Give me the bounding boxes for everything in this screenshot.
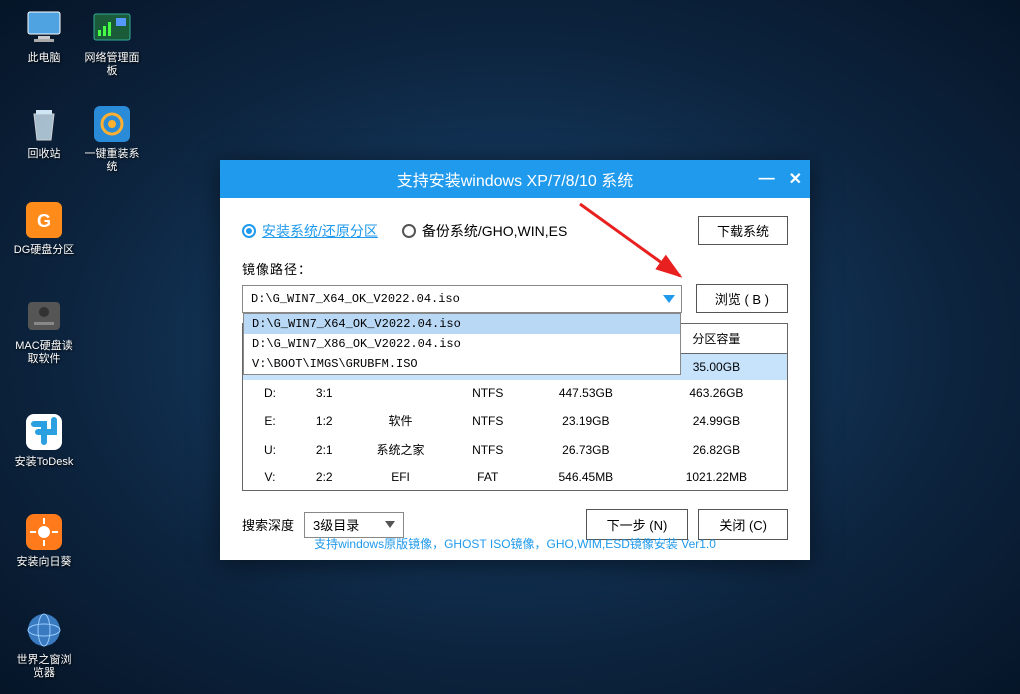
desktop-icon-recycle[interactable]: 回收站 bbox=[12, 104, 76, 161]
desktop-icon-label: 安装ToDesk bbox=[12, 456, 76, 469]
close-icon[interactable]: ✕ bbox=[789, 169, 802, 189]
desktop-icon-label: MAC硬盘读取软件 bbox=[12, 340, 76, 366]
table-row[interactable]: E:1:2 软件NTFS 23.19GB24.99GB bbox=[243, 406, 788, 435]
desktop-icon-label: 安装向日葵 bbox=[12, 556, 76, 569]
table-row[interactable]: U:2:1 系统之家NTFS 26.73GB26.82GB bbox=[243, 435, 788, 464]
desktop-icon-reinstall[interactable]: 一键重装系统 bbox=[80, 104, 144, 174]
dropdown-item[interactable]: D:\G_WIN7_X86_OK_V2022.04.iso bbox=[244, 334, 680, 354]
desktop-icon-dg[interactable]: G DG硬盘分区 bbox=[12, 200, 76, 257]
desktop-icon-label: DG硬盘分区 bbox=[12, 244, 76, 257]
minimize-icon[interactable]: — bbox=[759, 170, 775, 188]
desktop-icon-label: 此电脑 bbox=[12, 52, 76, 65]
radio-backup[interactable]: 备份系统/GHO,WIN,ES bbox=[402, 221, 567, 241]
combo-value: D:\G_WIN7_X64_OK_V2022.04.iso bbox=[251, 292, 460, 306]
radio-label: 备份系统/GHO,WIN,ES bbox=[422, 221, 567, 241]
download-button[interactable]: 下载系统 bbox=[698, 216, 788, 245]
footer-text: 支持windows原版镜像，GHOST ISO镜像，GHO,WIM,ESD镜像安… bbox=[220, 527, 810, 560]
radio-install-restore[interactable]: 安装系统/还原分区 bbox=[242, 221, 378, 241]
dropdown-item[interactable]: V:\BOOT\IMGS\GRUBFM.ISO bbox=[244, 354, 680, 374]
browse-button[interactable]: 浏览 ( B ) bbox=[696, 284, 788, 313]
svg-text:G: G bbox=[37, 211, 51, 231]
desktop-icon-browser[interactable]: 世界之窗浏览器 bbox=[12, 610, 76, 680]
desktop-icon-computer[interactable]: 此电脑 bbox=[12, 8, 76, 65]
image-path-combo[interactable]: D:\G_WIN7_X64_OK_V2022.04.iso D:\G_WIN7_… bbox=[242, 285, 682, 313]
desktop-icon-sunflower[interactable]: 安装向日葵 bbox=[12, 512, 76, 569]
installer-dialog: 支持安装windows XP/7/8/10 系统 — ✕ 安装系统/还原分区 备… bbox=[220, 160, 810, 560]
desktop-icon-todesk[interactable]: 安装ToDesk bbox=[12, 412, 76, 469]
titlebar[interactable]: 支持安装windows XP/7/8/10 系统 — ✕ bbox=[220, 160, 810, 198]
window-title: 支持安装windows XP/7/8/10 系统 bbox=[397, 167, 634, 191]
desktop-icon-mac[interactable]: MAC硬盘读取软件 bbox=[12, 296, 76, 366]
desktop-icon-network[interactable]: 网络管理面板 bbox=[80, 8, 144, 78]
path-label: 镜像路径： bbox=[242, 259, 788, 278]
image-path-dropdown: D:\G_WIN7_X64_OK_V2022.04.iso D:\G_WIN7_… bbox=[243, 313, 681, 375]
dropdown-item[interactable]: D:\G_WIN7_X64_OK_V2022.04.iso bbox=[244, 314, 680, 334]
radio-label: 安装系统/还原分区 bbox=[262, 221, 378, 241]
desktop-icon-label: 一键重装系统 bbox=[80, 148, 144, 174]
radio-dot-icon bbox=[242, 224, 256, 238]
table-row[interactable]: D:3:1 NTFS 447.53GB463.26GB bbox=[243, 380, 788, 406]
chevron-down-icon bbox=[663, 295, 675, 303]
desktop-icon-label: 回收站 bbox=[12, 148, 76, 161]
desktop-icon-label: 网络管理面板 bbox=[80, 52, 144, 78]
desktop-icon-label: 世界之窗浏览器 bbox=[12, 654, 76, 680]
table-row[interactable]: V:2:2 EFIFAT 546.45MB1021.22MB bbox=[243, 464, 788, 491]
radio-dot-icon bbox=[402, 224, 416, 238]
